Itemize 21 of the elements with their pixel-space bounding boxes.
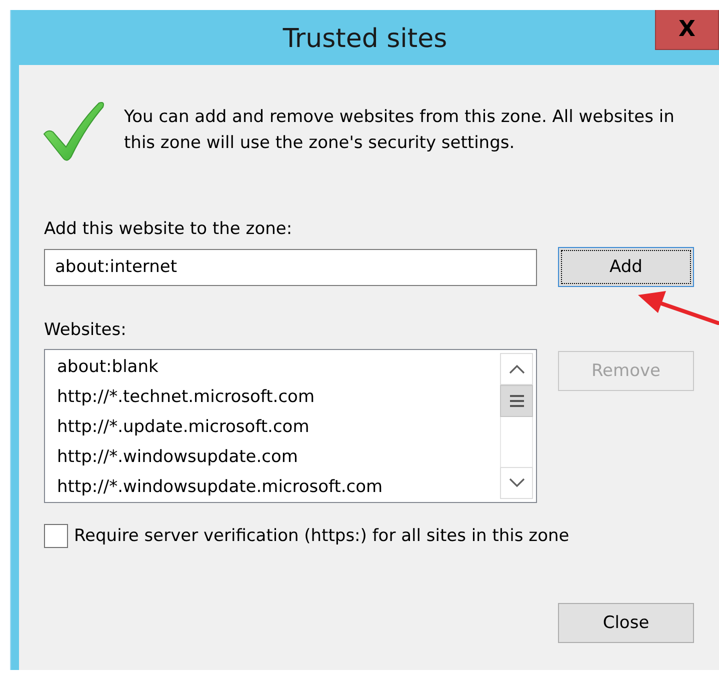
add-button[interactable]: Add [558, 247, 694, 287]
website-item[interactable]: http://*.technet.microsoft.com [57, 382, 314, 412]
website-item[interactable]: about:blank [57, 352, 158, 382]
list-label: Websites: [44, 320, 128, 340]
scroll-up-icon[interactable] [508, 364, 524, 374]
checkbox-label[interactable]: Require server verification (https:) for all sites in this zone [74, 526, 570, 546]
close-button[interactable]: X [655, 10, 719, 50]
scroll-bar[interactable] [500, 353, 533, 499]
website-item[interactable]: http://*.windowsupdate.com [57, 442, 298, 472]
scroll-thumb-icon[interactable] [508, 394, 524, 408]
info-message: You can add and remove websites from this zone. All websites in this zone will use the zone's security settings. [124, 106, 676, 155]
scroll-down-icon[interactable] [508, 478, 524, 488]
window-title: Trusted sites [282, 22, 448, 54]
checkmark-icon [42, 100, 106, 164]
field-label: Add this website to the zone: [44, 219, 294, 239]
website-item[interactable]: http://*.windowsupdate.microsoft.com [57, 472, 383, 502]
websites-list[interactable]: about:blank http://*.technet.microsoft.com http://*.update.microsoft.com http://*.windowsupdate.com http://*.windowsupdate.microsoft.com [44, 349, 537, 503]
website-input-field[interactable]: about:internet [44, 248, 537, 286]
checkbox[interactable] [44, 524, 68, 548]
website-item[interactable]: http://*.update.microsoft.com [57, 412, 310, 442]
close-button[interactable]: Close [558, 603, 694, 643]
